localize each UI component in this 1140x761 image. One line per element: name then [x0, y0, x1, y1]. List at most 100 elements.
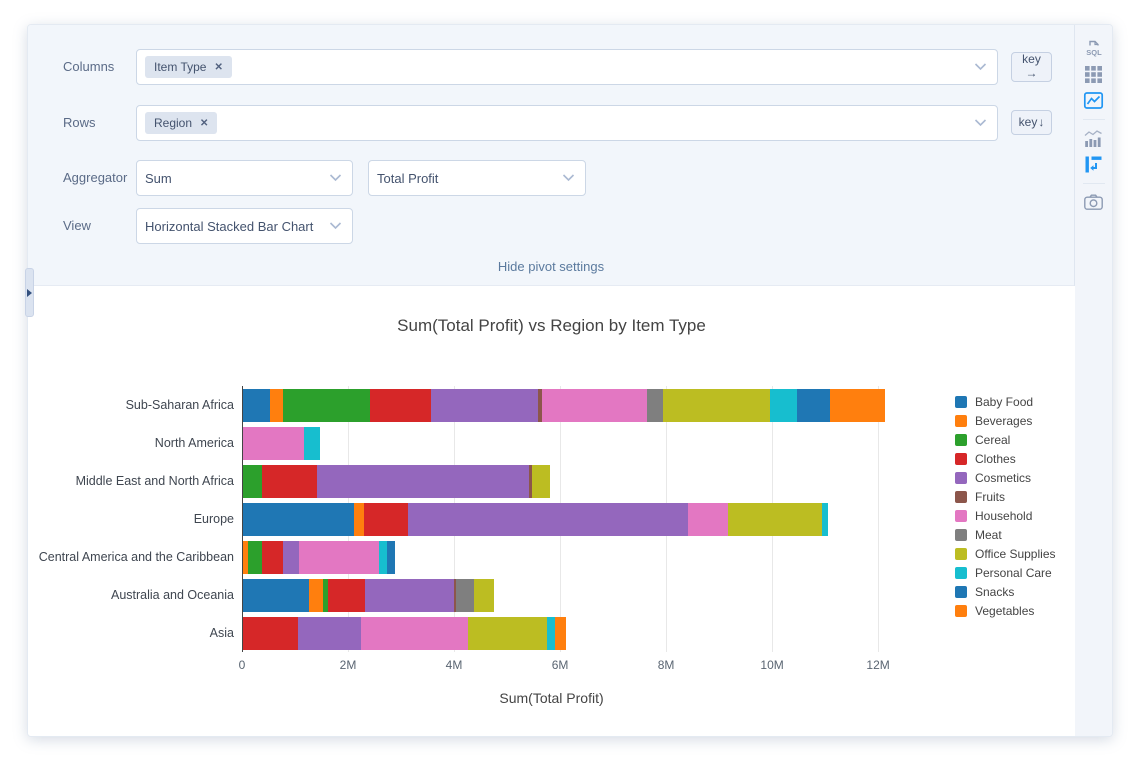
legend-item[interactable]: Office Supplies — [955, 544, 1056, 563]
bar-segment[interactable] — [243, 616, 298, 650]
legend: Baby Food Beverages Cereal Clothes Cosmetics… — [955, 392, 1056, 620]
bar-segment[interactable] — [662, 388, 770, 422]
legend-item[interactable]: Vegetables — [955, 601, 1056, 620]
bar-segment[interactable] — [308, 578, 324, 612]
sql-icon[interactable]: SQL — [1082, 36, 1106, 60]
legend-swatch — [955, 414, 967, 427]
legend-label: Clothes — [975, 451, 1016, 466]
legend-item[interactable]: Fruits — [955, 487, 1056, 506]
collapse-settings-handle[interactable] — [25, 268, 34, 317]
bar-segment[interactable] — [317, 464, 530, 498]
bar-segment[interactable] — [262, 540, 283, 574]
bar-segment[interactable] — [830, 388, 886, 422]
legend-item[interactable]: Snacks — [955, 582, 1056, 601]
columns-select[interactable]: Item Type ✕ — [136, 49, 998, 85]
bar-segment[interactable] — [304, 426, 320, 460]
bar-segment[interactable] — [532, 464, 551, 498]
legend-item[interactable]: Baby Food — [955, 392, 1056, 411]
legend-item[interactable]: Household — [955, 506, 1056, 525]
bar-chart-icon[interactable] — [1082, 126, 1106, 150]
gridline — [878, 386, 880, 652]
bar-segment[interactable] — [243, 388, 270, 422]
bar-segment[interactable] — [547, 616, 555, 650]
aggregator-field-select[interactable]: Total Profit — [368, 160, 586, 196]
legend-label: Beverages — [975, 413, 1033, 428]
remove-tag-icon[interactable]: ✕ — [214, 62, 222, 73]
table-view-icon[interactable] — [1082, 62, 1106, 86]
bar-segment[interactable] — [365, 578, 455, 612]
hide-pivot-settings-link[interactable]: Hide pivot settings — [28, 259, 1074, 274]
pivot-panel: Columns Item Type ✕ key → Rows Region ✕ — [27, 24, 1113, 737]
bar-segment[interactable] — [646, 388, 663, 422]
bar-segment[interactable] — [727, 502, 822, 536]
aggregator-select[interactable]: Sum — [136, 160, 353, 196]
bar-segment[interactable] — [243, 502, 355, 536]
bar-segment[interactable] — [248, 540, 263, 574]
columns-tag[interactable]: Item Type ✕ — [145, 56, 232, 78]
bar-segment[interactable] — [554, 616, 567, 650]
legend-swatch — [955, 452, 967, 465]
bar-segment[interactable] — [363, 502, 409, 536]
y-axis-line — [242, 386, 243, 652]
bar-segment[interactable] — [797, 388, 831, 422]
bar-segment[interactable] — [369, 388, 431, 422]
bar-segment[interactable] — [297, 616, 361, 650]
legend-label: Vegetables — [975, 603, 1035, 618]
bar-segment[interactable] — [261, 464, 318, 498]
legend-label: Meat — [975, 527, 1002, 542]
bar-segment[interactable] — [283, 388, 370, 422]
aggregator-label: Aggregator — [63, 170, 128, 185]
legend-swatch — [955, 604, 967, 617]
legend-item[interactable]: Clothes — [955, 449, 1056, 468]
legend-swatch — [955, 490, 967, 503]
rows-tag-label: Region — [154, 116, 193, 130]
chart-view-icon[interactable] — [1082, 88, 1106, 112]
view-value: Horizontal Stacked Bar Chart — [145, 218, 314, 234]
view-label: View — [63, 218, 91, 233]
camera-icon[interactable] — [1082, 190, 1106, 214]
rows-key-button[interactable]: key ↓ — [1011, 110, 1052, 135]
bar-segment[interactable] — [298, 540, 379, 574]
bar-segment[interactable] — [473, 578, 494, 612]
bar-segment[interactable] — [282, 540, 299, 574]
columns-tag-label: Item Type — [154, 60, 207, 74]
pivot-transpose-icon[interactable] — [1082, 152, 1106, 176]
bar-segment[interactable] — [243, 464, 262, 498]
view-select[interactable]: Horizontal Stacked Bar Chart — [136, 208, 353, 244]
legend-swatch — [955, 528, 967, 541]
chevron-right-icon — [27, 288, 32, 297]
bar-segment[interactable] — [467, 616, 548, 650]
columns-label: Columns — [63, 59, 115, 74]
bar-segment[interactable] — [456, 578, 474, 612]
legend-item[interactable]: Cereal — [955, 430, 1056, 449]
legend-item[interactable]: Cosmetics — [955, 468, 1056, 487]
legend-swatch — [955, 547, 967, 560]
bar-segment[interactable] — [821, 502, 828, 536]
legend-item[interactable]: Meat — [955, 525, 1056, 544]
bar-segment[interactable] — [430, 388, 539, 422]
legend-item[interactable]: Personal Care — [955, 563, 1056, 582]
bar-segment[interactable] — [408, 502, 688, 536]
remove-tag-icon[interactable]: ✕ — [200, 118, 208, 129]
bar-segment[interactable] — [386, 540, 395, 574]
stacked-bar — [243, 540, 395, 574]
bar-segment[interactable] — [769, 388, 798, 422]
bar-segment[interactable] — [243, 578, 309, 612]
bar-segment[interactable] — [327, 578, 366, 612]
bar-segment[interactable] — [687, 502, 728, 536]
rows-tag[interactable]: Region ✕ — [145, 112, 218, 134]
bar-segment[interactable] — [269, 388, 284, 422]
bar-segment[interactable] — [243, 426, 304, 460]
stacked-bar — [243, 616, 567, 650]
y-category-label: North America — [154, 436, 234, 450]
rows-select[interactable]: Region ✕ — [136, 105, 998, 141]
bar-segment[interactable] — [542, 388, 647, 422]
bar-segment[interactable] — [378, 540, 387, 574]
stacked-bar — [243, 426, 320, 460]
legend-item[interactable]: Beverages — [955, 411, 1056, 430]
x-tick-label: 8M — [657, 658, 675, 672]
bar-segment[interactable] — [354, 502, 364, 536]
x-tick-label: 6M — [551, 658, 569, 672]
columns-key-button[interactable]: key → — [1011, 52, 1052, 82]
bar-segment[interactable] — [360, 616, 468, 650]
